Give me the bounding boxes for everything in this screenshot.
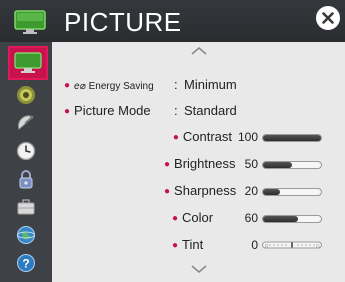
tint-value: 0 [251,238,258,252]
sidebar-item-network[interactable] [4,224,48,246]
color-label[interactable]: ● Color [164,209,232,228]
svg-text:?: ? [22,257,29,271]
contrast-value: 100 [237,130,258,144]
sharpness-slider[interactable] [262,188,322,196]
scroll-down-icon[interactable] [190,264,208,274]
sidebar-item-support[interactable]: ? [4,252,48,274]
color-slider[interactable] [262,215,322,223]
picture-mode-colon: : [174,103,178,118]
energy-saving-row[interactable]: ● e⌀ Energy Saving [64,76,154,96]
svg-text:G: G [316,244,320,250]
svg-text:R: R [265,244,269,250]
brightness-slider-fill [263,162,292,168]
sidebar-item-option[interactable] [4,196,48,218]
sidebar-item-time[interactable] [4,140,48,162]
energy-saving-icon: e⌀ [74,81,86,92]
picture-mode-value[interactable]: Standard [184,102,237,120]
sidebar-item-channels[interactable] [4,112,48,134]
bullet-icon: ● [172,239,179,251]
bullet-icon: ● [64,105,71,117]
clock-icon [16,141,36,161]
satellite-dish-icon [18,115,34,130]
bullet-icon: ● [172,212,179,224]
brightness-label[interactable]: ● Brightness [164,155,235,174]
picture-mode-label: Picture Mode [74,103,151,118]
bullet-icon: ● [172,131,179,143]
settings-content: ● e⌀ Energy Saving : Minimum ● Picture Mode… [52,42,345,282]
brightness-slider[interactable] [262,161,322,169]
sharpness-value: 20 [244,184,258,198]
brightness-value: 50 [244,157,258,171]
sharpness-slider-fill [263,189,281,195]
energy-saving-label: Energy Saving [88,81,154,92]
energy-saving-value[interactable]: Minimum [184,76,237,94]
speaker-icon [17,86,35,104]
color-slider-fill [263,216,298,222]
contrast-slider[interactable] [262,134,322,142]
bullet-icon: ● [164,158,171,170]
tint-slider[interactable]: R G [262,240,322,250]
sidebar-item-sound[interactable] [4,84,48,106]
tint-slider-knob [291,242,293,248]
close-icon[interactable] [316,6,340,30]
briefcase-icon [17,199,35,215]
picture-settings-panel: PICTURE ? ● e⌀ Energy Saving: Minimum ●… [0,0,345,282]
sidebar-item-lock[interactable] [4,168,48,190]
bullet-icon: ● [64,79,71,91]
color-value: 60 [244,211,258,225]
picture-mode-row[interactable]: ● Picture Mode [64,102,151,121]
contrast-label[interactable]: ● Contrast [164,128,232,147]
lock-icon [19,170,33,189]
scroll-up-icon[interactable] [190,46,208,56]
bullet-icon: ● [164,185,171,197]
sidebar-item-picture[interactable] [8,46,48,80]
help-icon: ? [17,254,35,272]
page-title: PICTURE [64,7,182,37]
panel-header: PICTURE [0,0,345,42]
globe-icon [17,226,35,244]
tv-icon [14,10,46,34]
energy-saving-colon: : [174,77,178,92]
contrast-slider-fill [263,135,321,141]
tint-label[interactable]: ● Tint [164,236,232,255]
settings-sidebar: ? [0,42,52,282]
tv-icon [14,52,42,73]
sharpness-label[interactable]: ● Sharpness [164,182,236,201]
